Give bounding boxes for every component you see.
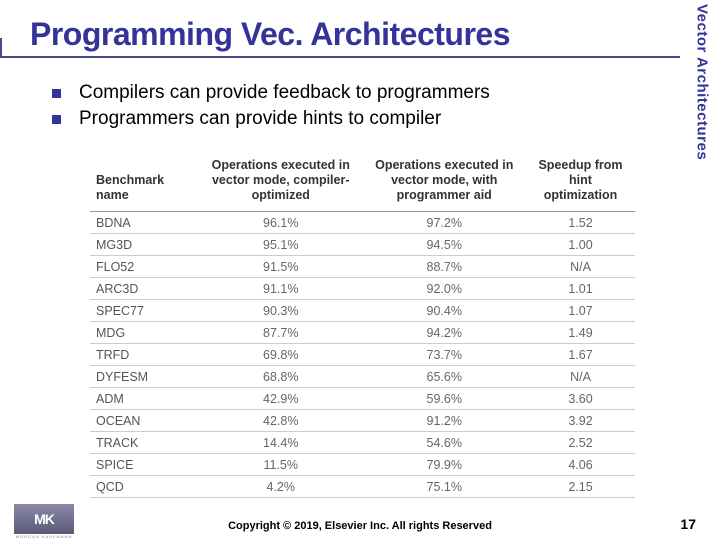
table-cell: 73.7% <box>363 344 527 366</box>
table-cell: 65.6% <box>363 366 527 388</box>
table-row: ADM42.9%59.6%3.60 <box>90 388 635 410</box>
table-cell: 88.7% <box>363 256 527 278</box>
table-cell: 14.4% <box>199 432 363 454</box>
bullet-item: Programmers can provide hints to compile… <box>52 108 660 130</box>
table-row: FLO5291.5%88.7%N/A <box>90 256 635 278</box>
table-cell: 92.0% <box>363 278 527 300</box>
table-cell: 2.52 <box>526 432 635 454</box>
table-cell: 90.4% <box>363 300 527 322</box>
table-cell: 94.5% <box>363 234 527 256</box>
table-row: TRACK14.4%54.6%2.52 <box>90 432 635 454</box>
table-cell: N/A <box>526 256 635 278</box>
bullet-item: Compilers can provide feedback to progra… <box>52 82 660 104</box>
table-row: QCD4.2%75.1%2.15 <box>90 476 635 498</box>
table-row: TRFD69.8%73.7%1.67 <box>90 344 635 366</box>
table-cell: ADM <box>90 388 199 410</box>
table-cell: 2.15 <box>526 476 635 498</box>
table-row: OCEAN42.8%91.2%3.92 <box>90 410 635 432</box>
table-cell: 68.8% <box>199 366 363 388</box>
table-cell: 69.8% <box>199 344 363 366</box>
table-row: DYFESM68.8%65.6%N/A <box>90 366 635 388</box>
table-cell: 3.60 <box>526 388 635 410</box>
table-cell: TRACK <box>90 432 199 454</box>
table-cell: 90.3% <box>199 300 363 322</box>
col-header: Speedup from hint optimization <box>526 155 635 212</box>
title-tick <box>0 38 2 58</box>
table-cell: ARC3D <box>90 278 199 300</box>
table-row: SPEC7790.3%90.4%1.07 <box>90 300 635 322</box>
table-cell: 42.8% <box>199 410 363 432</box>
col-header: Operations executed in vector mode, comp… <box>199 155 363 212</box>
benchmark-table: Benchmark name Operations executed in ve… <box>90 155 635 498</box>
table-cell: 54.6% <box>363 432 527 454</box>
table-cell: TRFD <box>90 344 199 366</box>
table-cell: 4.06 <box>526 454 635 476</box>
table-cell: 1.01 <box>526 278 635 300</box>
table-cell: 11.5% <box>199 454 363 476</box>
table-cell: MG3D <box>90 234 199 256</box>
page-number: 17 <box>680 516 696 532</box>
side-label-text: Vector Architectures <box>694 4 711 160</box>
bullet-list: Compilers can provide feedback to progra… <box>52 82 660 134</box>
bullet-text: Programmers can provide hints to compile… <box>79 108 441 130</box>
table-cell: MDG <box>90 322 199 344</box>
table-cell: 4.2% <box>199 476 363 498</box>
table-cell: 42.9% <box>199 388 363 410</box>
table-cell: 91.1% <box>199 278 363 300</box>
table-cell: 95.1% <box>199 234 363 256</box>
table-cell: 94.2% <box>363 322 527 344</box>
table-cell: 1.52 <box>526 212 635 234</box>
table-cell: SPICE <box>90 454 199 476</box>
table-cell: 1.67 <box>526 344 635 366</box>
table-cell: OCEAN <box>90 410 199 432</box>
table-cell: 96.1% <box>199 212 363 234</box>
table-row: ARC3D91.1%92.0%1.01 <box>90 278 635 300</box>
table-cell: 91.2% <box>363 410 527 432</box>
table-cell: 59.6% <box>363 388 527 410</box>
table-row: BDNA96.1%97.2%1.52 <box>90 212 635 234</box>
table-cell: BDNA <box>90 212 199 234</box>
slide-title-bar: Programming Vec. Architectures <box>18 12 680 56</box>
table-cell: 1.49 <box>526 322 635 344</box>
logo-subtext: MORGAN KAUFMANN <box>14 534 74 539</box>
side-label: Vector Architectures <box>688 4 716 224</box>
table-cell: 3.92 <box>526 410 635 432</box>
bullet-text: Compilers can provide feedback to progra… <box>79 82 490 104</box>
table-row: SPICE11.5%79.9%4.06 <box>90 454 635 476</box>
table-cell: 79.9% <box>363 454 527 476</box>
table-cell: 87.7% <box>199 322 363 344</box>
table-cell: N/A <box>526 366 635 388</box>
table-cell: FLO52 <box>90 256 199 278</box>
table-cell: 91.5% <box>199 256 363 278</box>
copyright-footer: Copyright © 2019, Elsevier Inc. All righ… <box>0 520 720 532</box>
bullet-square-icon <box>52 89 61 98</box>
table-cell: SPEC77 <box>90 300 199 322</box>
slide-title: Programming Vec. Architectures <box>30 16 510 53</box>
col-header: Operations executed in vector mode, with… <box>363 155 527 212</box>
table-header-row: Benchmark name Operations executed in ve… <box>90 155 635 212</box>
table-cell: QCD <box>90 476 199 498</box>
col-header: Benchmark name <box>90 155 199 212</box>
table-cell: 1.07 <box>526 300 635 322</box>
bullet-square-icon <box>52 115 61 124</box>
table-cell: 97.2% <box>363 212 527 234</box>
table-cell: 1.00 <box>526 234 635 256</box>
data-table: Benchmark name Operations executed in ve… <box>90 155 635 498</box>
table-cell: DYFESM <box>90 366 199 388</box>
table-row: MDG87.7%94.2%1.49 <box>90 322 635 344</box>
table-cell: 75.1% <box>363 476 527 498</box>
table-row: MG3D95.1%94.5%1.00 <box>90 234 635 256</box>
title-underline <box>0 56 680 58</box>
